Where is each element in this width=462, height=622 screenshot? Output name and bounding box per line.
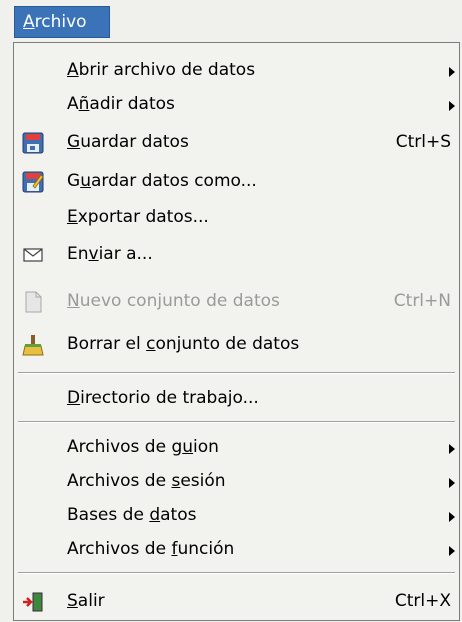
menu-separator: [18, 572, 455, 574]
archivo-dropdown-menu: Abrir archivo de datos Añadir datos Guar…: [13, 42, 460, 621]
floppy-save-icon: [22, 132, 44, 154]
menu-item-label: Archivos de guion: [67, 437, 219, 457]
menu-item-directorio-de-trabajo[interactable]: Directorio de trabajo...: [14, 382, 459, 416]
menu-item-guardar-datos[interactable]: Guardar datos Ctrl+S: [14, 126, 459, 160]
floppy-save-as-icon: [22, 171, 44, 193]
menu-item-label: Archivos de sesión: [67, 471, 226, 491]
menu-title-rest: rchivo: [34, 12, 87, 32]
menu-item-label: Abrir archivo de datos: [67, 60, 256, 80]
menu-item-label: Exportar datos...: [67, 207, 209, 227]
menu-bar: Archivo: [0, 0, 462, 40]
menu-item-label: Bases de datos: [67, 505, 197, 525]
menu-item-label: Salir: [67, 591, 105, 611]
menu-item-label: Directorio de trabajo...: [67, 388, 259, 408]
menu-item-abrir-archivo-de-datos[interactable]: Abrir archivo de datos: [14, 54, 459, 88]
menu-item-archivos-de-funcion[interactable]: Archivos de función: [14, 533, 459, 567]
submenu-arrow-icon: [449, 512, 455, 522]
menu-item-enviar-a[interactable]: Enviar a...: [14, 238, 459, 272]
menu-item-archivos-de-sesion[interactable]: Archivos de sesión: [14, 465, 459, 499]
broom-clear-icon: [22, 335, 44, 356]
shortcut-label: Ctrl+S: [395, 132, 451, 152]
menu-item-label: Añadir datos: [67, 94, 175, 114]
menu-title-mnemonic: A: [23, 12, 35, 32]
submenu-arrow-icon: [449, 444, 455, 454]
submenu-arrow-icon: [449, 67, 455, 77]
submenu-arrow-icon: [449, 546, 455, 556]
menu-item-label: Guardar datos como...: [67, 171, 257, 191]
menu-item-salir[interactable]: Salir Ctrl+X: [14, 585, 459, 619]
menu-item-borrar-conjunto-de-datos[interactable]: Borrar el conjunto de datos: [14, 328, 459, 362]
menu-item-bases-de-datos[interactable]: Bases de datos: [14, 499, 459, 533]
submenu-arrow-icon: [449, 478, 455, 488]
shortcut-label: Ctrl+N: [393, 291, 451, 311]
exit-door-icon: [23, 592, 43, 612]
menu-item-label: Nuevo conjunto de datos: [67, 291, 280, 311]
submenu-arrow-icon: [449, 101, 455, 111]
shortcut-label: Ctrl+X: [394, 591, 451, 611]
menu-item-label: Borrar el conjunto de datos: [67, 334, 300, 354]
new-dataset-icon: [25, 291, 42, 313]
envelope-icon: [23, 248, 43, 262]
menu-item-archivos-de-guion[interactable]: Archivos de guion: [14, 431, 459, 465]
menu-separator: [18, 421, 455, 423]
menu-item-label: Archivos de función: [67, 539, 235, 559]
menu-item-exportar-datos[interactable]: Exportar datos...: [14, 201, 459, 235]
menu-item-nuevo-conjunto-de-datos: Nuevo conjunto de datos Ctrl+N: [14, 285, 459, 319]
menu-item-label: Enviar a...: [67, 244, 153, 264]
menu-separator: [18, 372, 455, 374]
menu-item-guardar-datos-como[interactable]: Guardar datos como...: [14, 165, 459, 199]
menu-item-label: Guardar datos: [67, 132, 189, 152]
menu-item-anadir-datos[interactable]: Añadir datos: [14, 88, 459, 122]
archivo-menu-title[interactable]: Archivo: [14, 6, 110, 38]
